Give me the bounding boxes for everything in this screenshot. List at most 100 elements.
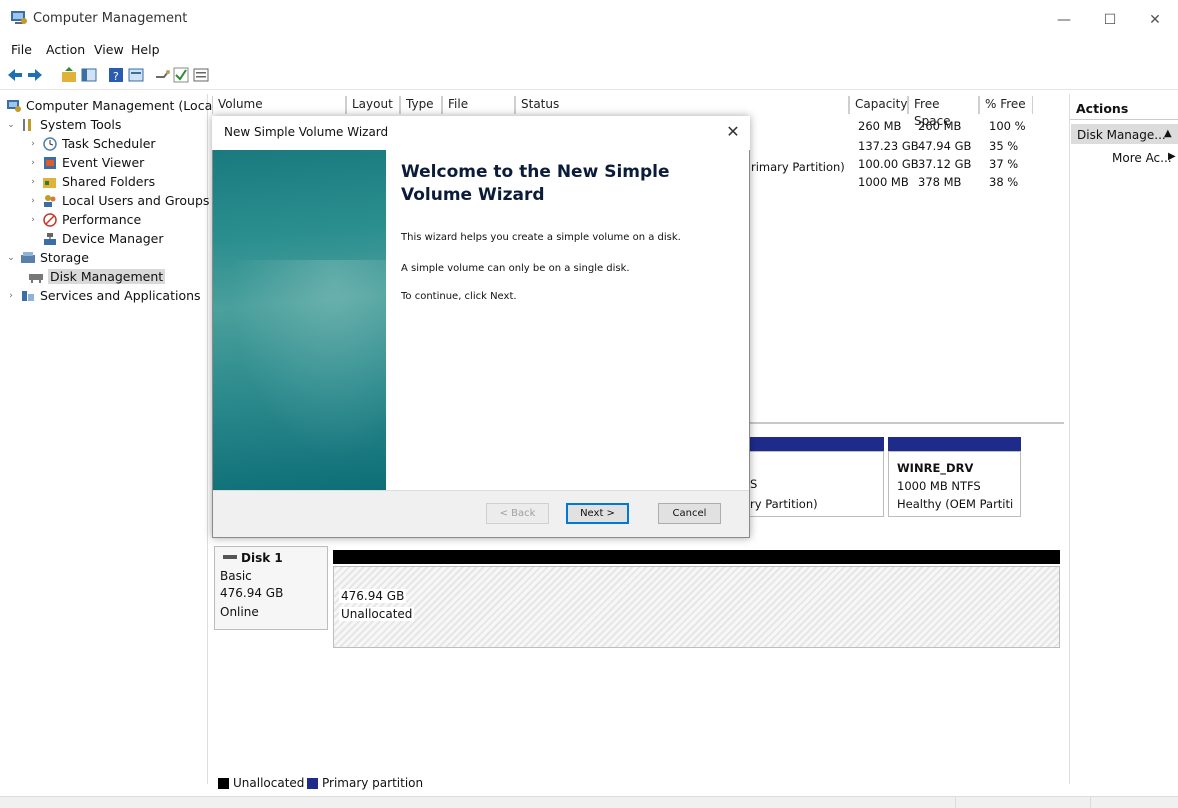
column-header-free-space[interactable]: Free Space	[908, 96, 979, 128]
wizard-close-button[interactable]: ✕	[722, 120, 744, 144]
properties-icon[interactable]	[127, 66, 145, 84]
menu-view[interactable]: View	[94, 42, 124, 57]
chevron-right-icon[interactable]: ›	[28, 215, 38, 225]
partition-name: WINRE_DRV	[897, 461, 974, 475]
wizard-text-line1: This wizard helps you create a simple vo…	[401, 232, 681, 243]
window-title: Computer Management	[33, 11, 188, 26]
disk1-type: Basic	[220, 569, 252, 583]
cancel-button[interactable]: Cancel	[658, 503, 721, 524]
unallocated-space-block[interactable]	[333, 566, 1060, 648]
chevron-down-icon[interactable]: ⌄	[6, 253, 16, 263]
check-icon[interactable]	[172, 66, 190, 84]
menu-file[interactable]: File	[11, 42, 32, 57]
back-arrow-icon[interactable]	[6, 66, 24, 84]
menu-help[interactable]: Help	[131, 42, 160, 57]
wizard-title: New Simple Volume Wizard	[224, 125, 389, 139]
up-folder-icon[interactable]	[60, 66, 78, 84]
chevron-right-icon[interactable]: ›	[28, 196, 38, 206]
minimize-button[interactable]: —	[1041, 6, 1087, 34]
divider	[1070, 119, 1178, 120]
performance-icon	[43, 212, 57, 227]
percent-free-cell: 38 %	[989, 175, 1019, 189]
tree-item-computer-management[interactable]: Computer Management (Local)	[6, 96, 221, 115]
menu-action[interactable]: Action	[46, 42, 85, 57]
column-header-percent-free[interactable]: % Free	[979, 96, 1033, 114]
tree-label: Disk Management	[48, 269, 166, 284]
tree-label: Computer Management (Local)	[26, 98, 221, 113]
column-header-type[interactable]: Type	[400, 96, 442, 114]
forward-arrow-icon[interactable]	[26, 66, 44, 84]
users-icon	[44, 194, 56, 207]
clock-icon	[43, 136, 57, 151]
tree-label: Shared Folders	[62, 174, 156, 189]
tree-item-performance[interactable]: › Performance	[28, 210, 141, 229]
tree-item-services-applications[interactable]: › Services and Applications	[6, 286, 200, 305]
unallocated-bar	[333, 550, 1060, 564]
more-actions-link[interactable]: More Ac...	[1112, 151, 1172, 165]
chevron-right-icon[interactable]: ›	[28, 177, 38, 187]
volume-status-cell: rimary Partition)	[751, 160, 845, 174]
tree-item-device-manager[interactable]: Device Manager	[42, 229, 164, 248]
actions-disk-management-label: Disk Manage...	[1077, 128, 1166, 142]
partition-fs: S	[750, 477, 758, 491]
menu-bar	[0, 38, 1178, 60]
column-header-capacity[interactable]: Capacity	[849, 96, 908, 114]
disk1-state: Online	[220, 605, 259, 619]
disk-icon	[223, 555, 237, 559]
disk1-size: 476.94 GB	[220, 586, 284, 600]
collapse-up-icon[interactable]: ▲	[1164, 128, 1172, 139]
tree-label: Performance	[62, 212, 142, 227]
computer-management-icon	[7, 99, 21, 112]
next-button[interactable]: Next >	[566, 503, 629, 524]
volume-list-header: Volume Layout Type File System Status Ca…	[212, 96, 1062, 128]
navigation-tree: Computer Management (Local) ⌄ System Too…	[0, 94, 221, 784]
legend-swatch-primary	[307, 778, 318, 789]
chevron-right-icon[interactable]: ›	[28, 158, 38, 168]
device-manager-icon	[44, 232, 56, 245]
legend-unallocated: Unallocated	[233, 776, 305, 790]
legend-swatch-unallocated	[218, 778, 229, 789]
wizard-banner-highlight	[213, 260, 386, 490]
shared-folder-icon	[43, 177, 56, 188]
chevron-right-icon[interactable]: ›	[6, 291, 16, 301]
tree-item-task-scheduler[interactable]: › Task Scheduler	[28, 134, 156, 153]
maximize-button[interactable]: ☐	[1087, 6, 1133, 34]
help-icon[interactable]: ?	[107, 66, 125, 84]
back-button[interactable]: < Back	[486, 503, 549, 524]
status-bar-divider	[1090, 797, 1091, 808]
unallocated-label: Unallocated	[339, 607, 415, 621]
capacity-cell: 100.00 GB	[858, 157, 919, 171]
column-header-file-system[interactable]: File System	[442, 96, 515, 128]
wizard-heading: Welcome to the New Simple Volume Wizard	[401, 162, 670, 205]
tree-label: Task Scheduler	[62, 136, 156, 151]
actions-title: Actions	[1076, 101, 1129, 116]
partition-status: Healthy (OEM Partiti	[897, 497, 1014, 511]
connect-icon[interactable]	[154, 66, 172, 84]
chevron-right-icon[interactable]: ›	[28, 139, 38, 149]
view-icon[interactable]	[192, 66, 210, 84]
tree-label: Local Users and Groups	[62, 193, 210, 208]
column-header-status[interactable]: Status	[515, 96, 849, 114]
column-header-layout[interactable]: Layout	[346, 96, 400, 114]
tree-item-disk-management[interactable]: Disk Management	[28, 267, 166, 286]
tree-item-event-viewer[interactable]: › Event Viewer	[28, 153, 144, 172]
close-window-button[interactable]: ✕	[1132, 6, 1178, 34]
chevron-down-icon[interactable]: ⌄	[6, 120, 16, 130]
tree-item-storage[interactable]: ⌄ Storage	[6, 248, 89, 267]
legend-primary: Primary partition	[322, 776, 424, 790]
column-header-volume[interactable]: Volume	[212, 96, 346, 114]
free-space-cell: 47.94 GB	[918, 139, 972, 153]
partition-block[interactable]: S ry Partition)	[749, 451, 884, 517]
partition-block-winre[interactable]: WINRE_DRV 1000 MB NTFS Healthy (OEM Part…	[888, 451, 1021, 517]
tree-item-system-tools[interactable]: ⌄ System Tools	[6, 115, 121, 134]
partition-size: 1000 MB NTFS	[897, 479, 981, 493]
chevron-right-icon[interactable]: ▶	[1168, 151, 1176, 162]
partition-bar	[749, 437, 884, 451]
capacity-cell: 260 MB	[858, 119, 902, 133]
services-icon	[22, 290, 34, 301]
show-hide-tree-icon[interactable]	[80, 66, 98, 84]
actions-pane	[1069, 94, 1178, 784]
tree-item-local-users[interactable]: › Local Users and Groups	[28, 191, 209, 210]
event-viewer-icon	[44, 156, 56, 169]
tree-item-shared-folders[interactable]: › Shared Folders	[28, 172, 155, 191]
